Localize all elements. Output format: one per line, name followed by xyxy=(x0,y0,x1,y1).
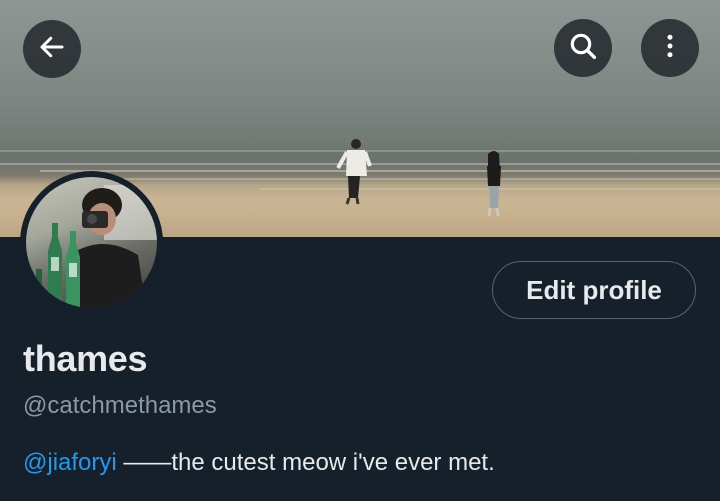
profile-bio: @jiaforyi ——the cutest meow i've ever me… xyxy=(23,449,495,477)
beach-person-figure xyxy=(336,139,372,205)
profile-avatar[interactable] xyxy=(20,171,163,314)
more-options-button[interactable] xyxy=(641,19,699,77)
search-icon xyxy=(567,30,599,67)
search-button[interactable] xyxy=(554,19,612,77)
beach-person-figure xyxy=(487,151,501,217)
more-vertical-icon xyxy=(655,31,685,66)
bio-mention-link[interactable]: @jiaforyi xyxy=(23,449,117,476)
edit-profile-button[interactable]: Edit profile xyxy=(492,261,696,319)
bio-text: ——the cutest meow i've ever met. xyxy=(116,449,495,476)
avatar-photo xyxy=(26,177,157,308)
arrow-left-icon xyxy=(37,32,67,67)
profile-handle: @catchmethames xyxy=(23,392,217,419)
profile-display-name: thames xyxy=(23,338,148,379)
back-button[interactable] xyxy=(23,20,81,78)
